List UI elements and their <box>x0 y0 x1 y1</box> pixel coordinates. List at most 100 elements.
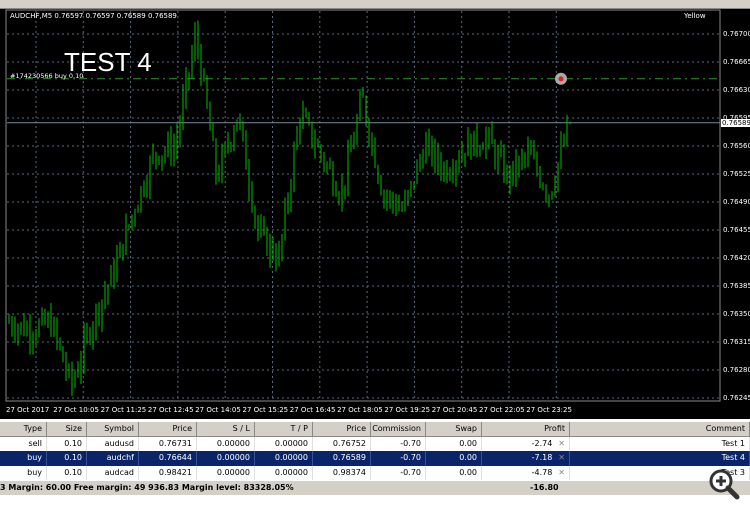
cell-value: sell <box>28 438 42 448</box>
table-cell: 0.00000 <box>255 451 313 466</box>
table-cell: Test 1 <box>570 436 750 451</box>
table-cell: 0.76731 <box>139 436 197 451</box>
cell-value: 0.00000 <box>216 453 250 462</box>
order-label: #174230566 buy 0.10 <box>10 72 84 80</box>
price-tick: 0.76385 <box>723 282 750 290</box>
cell-value: 0.10 <box>64 467 82 477</box>
price-tick: 0.76455 <box>723 226 750 234</box>
table-cell: 0.98421 <box>139 465 197 480</box>
price-tick: 0.76665 <box>723 58 750 66</box>
table-row[interactable]: buy 0.10 audcad 0.98421 0.00000 0.00000 0.9837… <box>0 465 750 480</box>
cell-value: 0.00000 <box>274 453 308 462</box>
time-tick: 27 Oct 23:25 <box>526 406 572 414</box>
column-header[interactable]: S / L <box>197 422 255 437</box>
close-position-icon[interactable]: ✕ <box>558 468 565 477</box>
price-tick: 0.76560 <box>723 142 750 150</box>
table-cell: audcad <box>87 465 139 480</box>
cell-value: 0.76644 <box>158 453 192 462</box>
cell-value: 0.76731 <box>158 438 192 448</box>
cell-value: -0.70 <box>400 453 421 462</box>
cell-value: 0.00000 <box>274 438 308 448</box>
cell-value: 0.10 <box>64 438 82 448</box>
table-cell: 0.00000 <box>197 436 255 451</box>
cell-value: 0.00000 <box>216 438 250 448</box>
price-tick: 0.76595 <box>723 114 750 122</box>
table-cell: 0.10 <box>47 465 87 480</box>
price-tick: 0.76490 <box>723 198 750 206</box>
table-cell: 0.76752 <box>313 436 371 451</box>
column-header[interactable]: Profit <box>482 422 570 437</box>
column-header[interactable]: Size <box>47 422 87 437</box>
cell-value: audcad <box>104 467 134 477</box>
table-cell: audchf <box>87 451 139 466</box>
total-profit: -16.80 <box>530 483 559 492</box>
table-cell: buy <box>0 465 47 480</box>
cell-value: 0.00 <box>459 438 477 448</box>
cell-value: 0.00000 <box>216 467 250 477</box>
table-cell: -7.18 ✕ <box>482 451 570 466</box>
price-tick: 0.76280 <box>723 366 750 374</box>
table-cell: 0.00 <box>426 436 482 451</box>
time-tick: 27 Oct 19:25 <box>384 406 431 414</box>
time-tick: 27 Oct 16:45 <box>289 406 336 414</box>
price-tick: 0.76245 <box>723 394 750 402</box>
table-row[interactable]: buy 0.10 audchf 0.76644 0.00000 0.00000 0.7658… <box>0 451 750 466</box>
price-tick: 0.76700 <box>723 30 750 38</box>
price-tick: 0.76420 <box>723 254 750 262</box>
order-marker-dot <box>558 76 564 82</box>
table-row[interactable]: sell 0.10 audusd 0.76731 0.00000 0.00000 0.767… <box>0 436 750 451</box>
zoom-icon[interactable] <box>707 467 741 501</box>
column-header[interactable]: Commission <box>371 422 426 437</box>
time-tick: 27 Oct 20:45 <box>431 406 478 414</box>
price-tick: 0.76350 <box>723 310 750 318</box>
cell-value: buy <box>27 453 42 462</box>
time-tick: 27 Oct 12:45 <box>147 406 194 414</box>
column-header[interactable]: Price <box>139 422 197 437</box>
table-cell: Test 4 <box>570 451 750 466</box>
cell-value: 0.76752 <box>332 438 366 448</box>
chart-symbol-header: AUDCHF,M5 0.76597 0.76597 0.76589 0.7658… <box>10 12 177 20</box>
cell-value: 0.00 <box>459 467 477 477</box>
table-cell: -0.70 <box>371 436 426 451</box>
table-cell: -0.70 <box>371 465 426 480</box>
toolbar <box>0 0 750 9</box>
cell-value: audusd <box>104 438 134 448</box>
price-tick: 0.76630 <box>723 86 750 94</box>
column-header[interactable]: Price <box>313 422 371 437</box>
time-tick: 27 Oct 15:25 <box>242 406 289 414</box>
cell-value: -2.74 <box>531 438 553 448</box>
table-cell: 0.00000 <box>197 451 255 466</box>
account-summary: 3 Margin: 60.00 Free margin: 49 936.83 M… <box>0 481 750 495</box>
cell-value: -0.70 <box>400 438 421 448</box>
table-header: Type Size Symbol Price S / LT / P Price Commis… <box>0 422 750 437</box>
table-cell: 0.00 <box>426 465 482 480</box>
cell-value: -4.78 <box>531 467 553 477</box>
price-tick: 0.76315 <box>723 338 750 346</box>
table-cell: audusd <box>87 436 139 451</box>
price-chart[interactable]: AUDCHF,M5 0.76597 0.76597 0.76589 0.7658… <box>0 9 750 419</box>
column-header[interactable]: T / P <box>255 422 313 437</box>
cell-value: 0.98374 <box>332 467 366 477</box>
time-tick: 27 Oct 14:05 <box>195 406 241 414</box>
table-cell: 0.00 <box>426 451 482 466</box>
price-tick: 0.76525 <box>723 170 750 178</box>
table-cell: 0.98374 <box>313 465 371 480</box>
time-tick: 27 Oct 11:25 <box>100 406 147 414</box>
close-position-icon[interactable]: ✕ <box>558 439 565 448</box>
table-cell: 0.76644 <box>139 451 197 466</box>
column-header[interactable]: Swap <box>426 422 482 437</box>
cell-value: 0.00000 <box>274 467 308 477</box>
cell-value: -7.18 <box>531 453 553 462</box>
cell-value: 0.98421 <box>158 467 192 477</box>
column-header[interactable]: Type <box>0 422 47 437</box>
table-cell: 0.10 <box>47 451 87 466</box>
cell-value: Test 1 <box>721 438 745 448</box>
column-header[interactable]: Symbol <box>87 422 139 437</box>
table-cell: 0.00000 <box>197 465 255 480</box>
time-tick: 27 Oct 10:05 <box>53 406 99 414</box>
close-position-icon[interactable]: ✕ <box>558 453 565 462</box>
column-header[interactable]: Comment <box>570 422 750 437</box>
cell-value: Test 4 <box>721 453 745 462</box>
cell-value: 0.10 <box>64 453 82 462</box>
time-tick: 27 Oct 2017 <box>6 406 50 414</box>
